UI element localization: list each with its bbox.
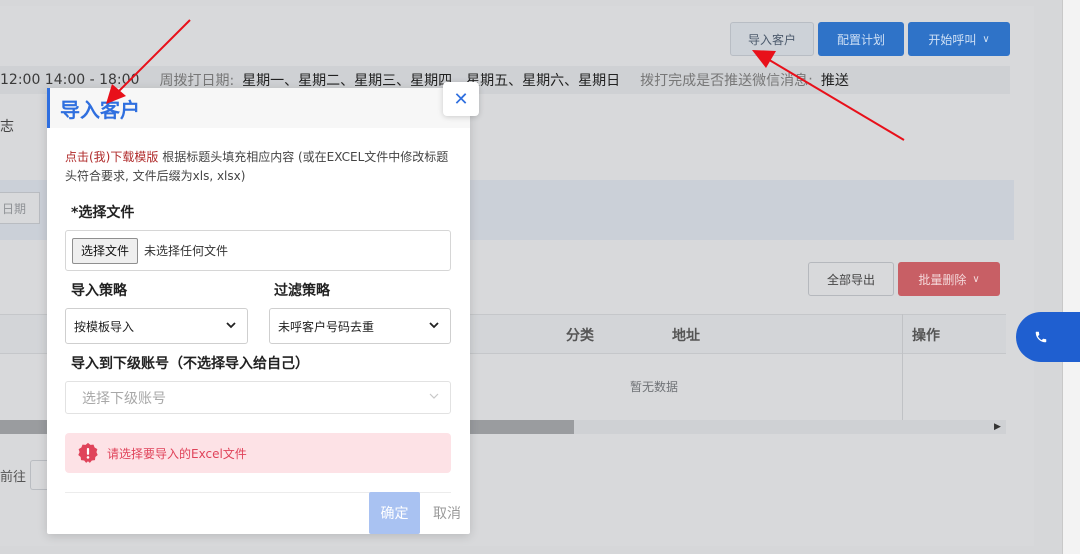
- wechat-push-value: 推送: [820, 73, 849, 89]
- choose-file-button[interactable]: 选择文件: [72, 237, 139, 264]
- cancel-button[interactable]: 取消: [427, 492, 467, 534]
- pagination-goto-label: 前往: [0, 470, 27, 485]
- dialog-header: 导入客户: [47, 88, 470, 128]
- column-header-address: 地址: [672, 328, 700, 344]
- window-scrollbar[interactable]: [1062, 0, 1080, 554]
- file-status-text: 未选择任何文件: [144, 244, 229, 258]
- filter-strategy-select[interactable]: 未呼客户号码去重: [269, 308, 451, 344]
- close-icon: ✕: [453, 88, 469, 110]
- chevron-down-icon: [429, 393, 439, 399]
- filter-strategy-value: 未呼客户号码去重: [278, 319, 375, 334]
- import-customers-button[interactable]: 导入客户: [730, 22, 814, 56]
- chevron-down-icon: [226, 322, 236, 329]
- dialog-title: 导入客户: [60, 98, 140, 122]
- tab-log-fragment[interactable]: 志: [0, 116, 14, 136]
- date-filter-input[interactable]: 日期: [0, 192, 40, 224]
- configure-plan-button[interactable]: 配置计划: [818, 22, 904, 56]
- file-field-label: *选择文件: [71, 205, 135, 221]
- floating-phone-button[interactable]: [1016, 312, 1080, 362]
- import-strategy-value: 按模板导入: [74, 319, 135, 334]
- download-template-link[interactable]: 点击(我)下载模版: [65, 150, 158, 164]
- batch-delete-label: 批量删除: [918, 272, 967, 287]
- error-alert: 请选择要导入的Excel文件: [65, 433, 451, 473]
- chevron-down-icon: [429, 322, 439, 329]
- table-empty-text: 暂无数据: [630, 380, 679, 394]
- file-input[interactable]: 选择文件 未选择任何文件: [65, 230, 451, 271]
- close-dialog-button[interactable]: ✕: [443, 82, 479, 116]
- scroll-right-icon[interactable]: ▶: [994, 420, 1001, 434]
- call-time-range: 12:00 14:00 - 18:00: [0, 72, 140, 88]
- error-icon: [78, 442, 98, 463]
- confirm-button[interactable]: 确定: [369, 492, 420, 534]
- column-header-actions: 操作: [912, 328, 940, 344]
- batch-delete-button[interactable]: 批量删除 ∨: [898, 262, 1000, 296]
- start-call-button[interactable]: 开始呼叫 ∨: [908, 22, 1010, 56]
- column-header-category: 分类: [566, 328, 594, 344]
- template-tip: 点击(我)下载模版 根据标题头填充相应内容 (或在EXCEL文件中修改标题头符合…: [65, 148, 455, 186]
- error-alert-text: 请选择要导入的Excel文件: [107, 446, 247, 461]
- phone-icon: [1035, 331, 1047, 343]
- start-call-label: 开始呼叫: [928, 32, 977, 47]
- chevron-down-icon: ∨: [982, 33, 990, 45]
- sub-account-select[interactable]: 选择下级账号: [65, 381, 451, 414]
- sub-account-placeholder: 选择下级账号: [82, 390, 166, 407]
- export-all-button[interactable]: 全部导出: [808, 262, 894, 296]
- actions-column-divider: [902, 314, 903, 434]
- sub-account-label: 导入到下级账号（不选择导入给自己）: [71, 356, 309, 372]
- wechat-push-label: 拨打完成是否推送微信消息:: [640, 73, 813, 89]
- weekday-value: 星期一、星期二、星期三、星期四、星期五、星期六、星期日: [242, 73, 621, 89]
- chevron-down-icon: ∨: [972, 273, 980, 285]
- weekday-label: 周拨打日期:: [159, 73, 235, 89]
- import-strategy-label: 导入策略: [71, 283, 127, 299]
- filter-strategy-label: 过滤策略: [274, 283, 330, 299]
- import-customers-dialog: 导入客户 ✕ 点击(我)下载模版 根据标题头填充相应内容 (或在EXCEL文件中…: [47, 82, 479, 534]
- import-strategy-select[interactable]: 按模板导入: [65, 308, 248, 344]
